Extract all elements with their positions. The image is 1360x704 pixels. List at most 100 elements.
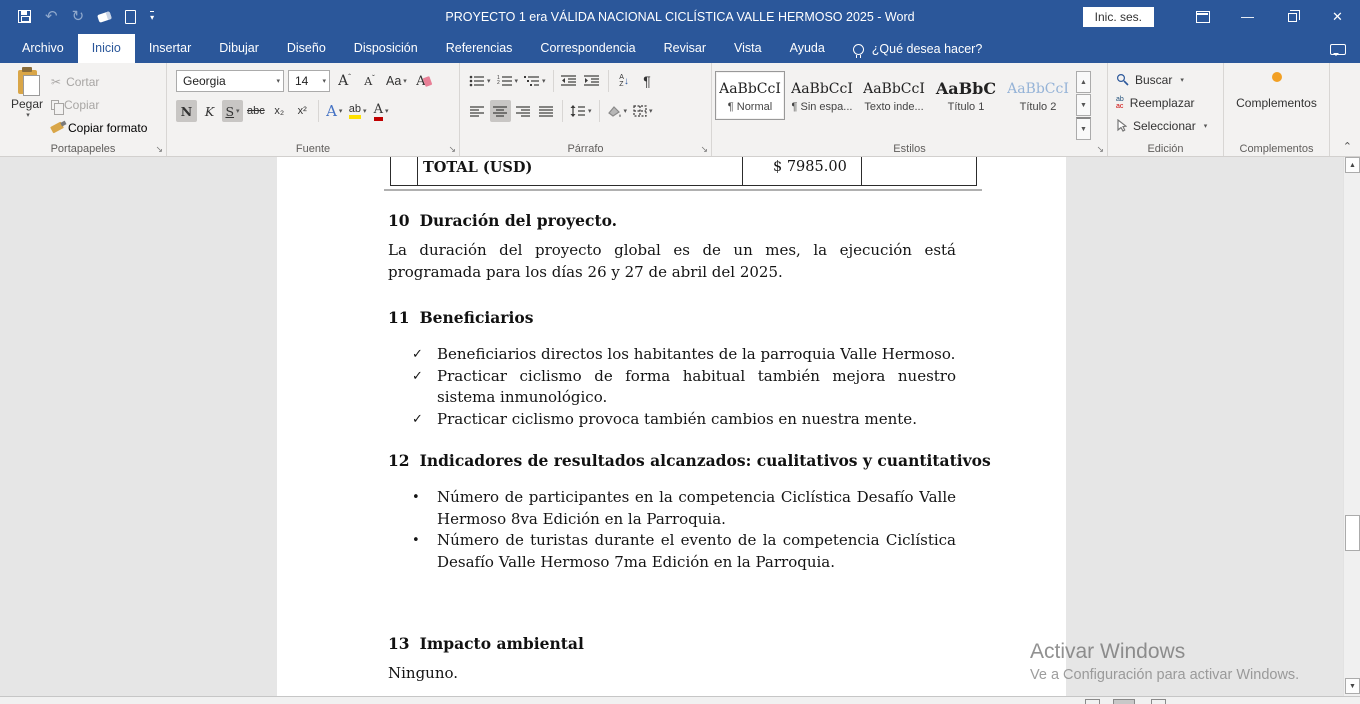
list-item: ✓Practicar ciclismo provoca también camb… xyxy=(388,409,956,431)
text-effects-button[interactable]: A▾ xyxy=(324,100,345,122)
copy-label: Copiar xyxy=(64,98,99,112)
style-titulo-2[interactable]: AaBbCcITítulo 2 xyxy=(1003,71,1073,120)
tab-revisar[interactable]: Revisar xyxy=(650,34,720,63)
font-color-button[interactable]: A▾ xyxy=(371,100,392,122)
new-document-icon[interactable] xyxy=(125,10,136,24)
paste-dropdown-icon[interactable]: ▾ xyxy=(26,111,30,119)
multilevel-list-button[interactable]: ▾ xyxy=(522,70,548,92)
subscript-button[interactable]: x₂ xyxy=(269,100,290,122)
tab-diseno[interactable]: Diseño xyxy=(273,34,340,63)
close-button[interactable]: ✕ xyxy=(1315,0,1360,33)
addin-orange-dot-icon[interactable] xyxy=(1272,72,1282,82)
tab-disposicion[interactable]: Disposición xyxy=(340,34,432,63)
shading-button[interactable]: ▾ xyxy=(605,100,630,122)
style-normal[interactable]: AaBbCcI¶ Normal xyxy=(715,71,785,120)
replace-button[interactable]: abac Reemplazar xyxy=(1116,92,1220,113)
style-titulo-1[interactable]: AaBbCTítulo 1 xyxy=(931,71,1001,120)
estilos-dialog-launcher-icon[interactable]: ↘ xyxy=(1096,145,1104,154)
addins-button[interactable]: Complementos xyxy=(1236,96,1317,110)
find-dropdown-icon[interactable]: ▾ xyxy=(1180,76,1184,84)
view-print-layout-button[interactable] xyxy=(1113,699,1135,704)
select-dropdown-icon[interactable]: ▾ xyxy=(1204,122,1208,130)
redo-icon[interactable]: ↻ xyxy=(72,9,85,24)
vertical-scrollbar[interactable]: ▲ ▼ xyxy=(1343,157,1360,696)
styles-more-icon[interactable]: ▼ xyxy=(1076,117,1091,140)
section-13-heading: 13Impacto ambiental xyxy=(388,634,956,653)
view-web-layout-button[interactable] xyxy=(1151,699,1166,704)
decrease-indent-button[interactable] xyxy=(559,70,580,92)
title-bar: ↶ ↻ ▾ PROYECTO 1 era VÁLIDA NACIONAL CIC… xyxy=(0,0,1360,33)
table-cell-empty xyxy=(861,157,977,185)
underline-dropdown-icon[interactable]: ▾ xyxy=(236,107,240,115)
sign-in-button[interactable]: Inic. ses. xyxy=(1083,7,1154,27)
scroll-up-icon[interactable]: ▲ xyxy=(1345,157,1360,173)
clear-formatting-button[interactable]: A xyxy=(413,70,434,92)
undo-icon[interactable]: ↶ xyxy=(45,9,58,24)
tab-archivo[interactable]: Archivo xyxy=(8,34,78,63)
grow-font-button[interactable]: Aˆ xyxy=(334,70,355,92)
style-texto-independiente[interactable]: AaBbCcITexto inde... xyxy=(859,71,929,120)
tab-correspondencia[interactable]: Correspondencia xyxy=(526,34,649,63)
style-sin-espaciado[interactable]: AaBbCcI¶ Sin espa... xyxy=(787,71,857,120)
group-edicion: Buscar ▾ abac Reemplazar Seleccionar ▾ E… xyxy=(1108,63,1224,156)
font-size-combobox[interactable]: 14 ▾ xyxy=(288,70,330,92)
strikethrough-button[interactable]: abc xyxy=(245,100,267,122)
font-name-combobox[interactable]: Georgia ▾ xyxy=(176,70,284,92)
group-parrafo: ▾ 12 ▾ ▾ AZ ↓ ¶ xyxy=(460,63,712,156)
view-read-mode-button[interactable] xyxy=(1085,699,1100,704)
highlight-button[interactable]: ab▾ xyxy=(347,100,369,122)
paste-button[interactable]: Pegar ▾ xyxy=(3,68,51,140)
find-button[interactable]: Buscar ▾ xyxy=(1116,69,1220,90)
numbering-button[interactable]: 12 ▾ xyxy=(495,70,521,92)
tab-referencias[interactable]: Referencias xyxy=(432,34,527,63)
collapse-ribbon-icon[interactable]: ⌃ xyxy=(1343,140,1352,153)
italic-button[interactable]: K xyxy=(199,100,220,122)
superscript-button[interactable]: x² xyxy=(292,100,313,122)
align-center-button[interactable] xyxy=(490,100,511,122)
justify-button[interactable] xyxy=(536,100,557,122)
change-case-button[interactable]: Aa▾ xyxy=(384,70,409,92)
align-left-button[interactable] xyxy=(467,100,488,122)
customize-qat-icon[interactable]: ▾ xyxy=(150,11,154,22)
save-icon[interactable] xyxy=(18,10,31,23)
group-label-fuente: Fuente xyxy=(167,143,459,155)
clipboard-icon xyxy=(18,70,37,94)
align-right-button[interactable] xyxy=(513,100,534,122)
show-paragraph-marks-button[interactable]: ¶ xyxy=(637,70,658,92)
increase-indent-button[interactable] xyxy=(582,70,603,92)
eraser-icon[interactable] xyxy=(97,11,112,23)
document-content: TOTAL (USD) $ 7985.00 10Duración del pro… xyxy=(388,157,956,685)
copy-button[interactable]: Copiar xyxy=(51,94,147,115)
scrollbar-thumb[interactable] xyxy=(1345,515,1360,551)
group-label-edicion: Edición xyxy=(1108,143,1223,155)
format-painter-button[interactable]: Copiar formato xyxy=(51,117,147,138)
parrafo-dialog-launcher-icon[interactable]: ↘ xyxy=(700,145,708,154)
scroll-down-icon[interactable]: ▼ xyxy=(1345,678,1360,694)
cut-button[interactable]: ✂ Cortar xyxy=(51,71,147,92)
feedback-comment-icon[interactable] xyxy=(1330,44,1346,55)
document-page[interactable]: TOTAL (USD) $ 7985.00 10Duración del pro… xyxy=(277,157,1066,696)
select-button[interactable]: Seleccionar ▾ xyxy=(1116,115,1220,136)
line-spacing-button[interactable]: ▾ xyxy=(568,100,594,122)
styles-scroll-down-icon[interactable]: ▼ xyxy=(1076,94,1091,116)
bullets-button[interactable]: ▾ xyxy=(467,70,493,92)
portapapeles-dialog-launcher-icon[interactable]: ↘ xyxy=(155,145,163,154)
borders-button[interactable]: ▾ xyxy=(631,100,655,122)
tab-ayuda[interactable]: Ayuda xyxy=(776,34,839,63)
shrink-font-button[interactable]: Aˇ xyxy=(359,70,380,92)
tab-dibujar[interactable]: Dibujar xyxy=(205,34,273,63)
styles-scroll-up-icon[interactable]: ▲ xyxy=(1076,71,1091,93)
fuente-dialog-launcher-icon[interactable]: ↘ xyxy=(448,145,456,154)
sort-button[interactable]: AZ ↓ xyxy=(614,70,635,92)
underline-button[interactable]: S▾ xyxy=(222,100,243,122)
tab-insertar[interactable]: Insertar xyxy=(135,34,205,63)
minimize-button[interactable]: — xyxy=(1225,0,1270,33)
tell-me-box[interactable]: ¿Qué desea hacer? xyxy=(853,42,983,63)
replace-icon: abac xyxy=(1116,96,1124,110)
search-icon xyxy=(1116,73,1129,86)
bold-button[interactable]: N xyxy=(176,100,197,122)
ribbon-display-options-button[interactable] xyxy=(1180,0,1225,33)
restore-button[interactable] xyxy=(1270,0,1315,33)
tab-inicio[interactable]: Inicio xyxy=(78,34,135,63)
tab-vista[interactable]: Vista xyxy=(720,34,776,63)
